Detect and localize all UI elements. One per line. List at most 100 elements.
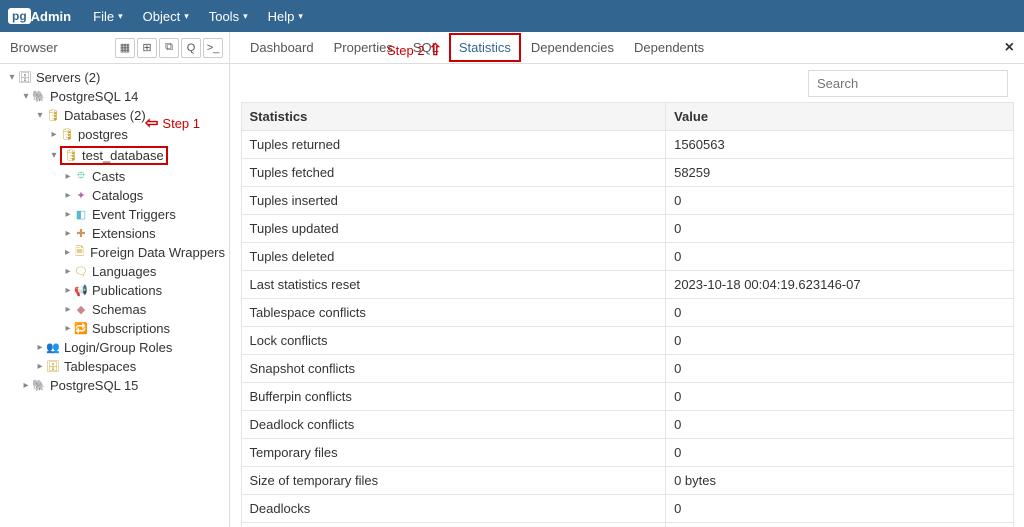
tree-schemas[interactable]: Schemas <box>92 302 146 317</box>
servers-icon: 🗄 <box>18 71 32 85</box>
table-row[interactable]: Tuples returned1560563 <box>241 131 1013 159</box>
tree-toggle[interactable]: ▸ <box>62 190 74 201</box>
cell-value: 0 <box>666 523 1013 527</box>
cell-statistic: Lock conflicts <box>241 327 666 355</box>
cell-statistic: Tuples deleted <box>241 243 666 271</box>
tree-tablespaces[interactable]: Tablespaces <box>64 359 136 374</box>
filter-tool-icon[interactable]: ⧉ <box>159 38 179 58</box>
tree-toggle[interactable]: ▸ <box>34 342 46 353</box>
grid-tool-icon[interactable]: ⊞ <box>137 38 157 58</box>
close-icon[interactable]: × <box>1005 39 1014 57</box>
tree-subscriptions[interactable]: Subscriptions <box>92 321 170 336</box>
cell-statistic: Tuples returned <box>241 131 666 159</box>
cell-value: 1560563 <box>666 131 1013 159</box>
annotation-step1: ⇦ Step 1 <box>145 113 200 133</box>
main-panel: Dashboard Properties SQL Statistics Depe… <box>230 32 1024 527</box>
table-row[interactable]: Snapshot conflicts0 <box>241 355 1013 383</box>
cell-statistic: Tuples fetched <box>241 159 666 187</box>
table-row[interactable]: Deadlocks0 <box>241 495 1013 523</box>
tab-dependencies[interactable]: Dependencies <box>521 33 624 62</box>
table-row[interactable]: Tablespace conflicts0 <box>241 299 1013 327</box>
cell-statistic: Deadlocks <box>241 495 666 523</box>
table-row[interactable]: Tuples deleted0 <box>241 243 1013 271</box>
cell-value: 0 <box>666 383 1013 411</box>
extensions-icon: ✚ <box>74 227 88 241</box>
table-row[interactable]: Deadlock conflicts0 <box>241 411 1013 439</box>
tree-servers[interactable]: Servers (2) <box>36 70 100 85</box>
tree-pg15[interactable]: PostgreSQL 15 <box>50 378 138 393</box>
tree-toggle[interactable]: ▸ <box>62 247 73 258</box>
tree-toggle[interactable]: ▸ <box>34 361 46 372</box>
tree-login-roles[interactable]: Login/Group Roles <box>64 340 172 355</box>
arrow-left-icon: ⇦ <box>145 113 158 133</box>
tabbar: Dashboard Properties SQL Statistics Depe… <box>230 32 1024 64</box>
browser-panel: Browser ▦ ⊞ ⧉ Q >_ ▾🗄Servers (2) ▾🐘Postg… <box>0 32 230 527</box>
tree-toggle[interactable]: ▸ <box>62 209 74 220</box>
tree-extensions[interactable]: Extensions <box>92 226 156 241</box>
col-statistics[interactable]: Statistics <box>241 103 666 131</box>
tree-toggle[interactable]: ▸ <box>62 171 74 182</box>
tree-toggle[interactable]: ▾ <box>34 110 46 121</box>
tree-toggle[interactable]: ▸ <box>62 304 74 315</box>
menu-object[interactable]: Object▾ <box>135 3 197 30</box>
event-triggers-icon: ◧ <box>74 208 88 222</box>
terminal-tool-icon[interactable]: >_ <box>203 38 223 58</box>
fdw-icon: 🗎 <box>73 246 86 260</box>
search-tool-icon[interactable]: Q <box>181 38 201 58</box>
postgres-icon: 🐘 <box>32 379 46 393</box>
cell-statistic: Block read time <box>241 523 666 527</box>
tree-event-triggers[interactable]: Event Triggers <box>92 207 176 222</box>
table-row[interactable]: Tuples fetched58259 <box>241 159 1013 187</box>
tree-toggle[interactable]: ▾ <box>20 91 32 102</box>
tree-db-postgres[interactable]: postgres <box>78 127 128 142</box>
tree-fdw[interactable]: Foreign Data Wrappers <box>90 245 225 260</box>
annotation-step2: Step 2 ⇧ <box>387 40 442 60</box>
tree-toggle[interactable]: ▸ <box>62 285 74 296</box>
tree-toggle[interactable]: ▸ <box>62 323 74 334</box>
tree-toggle[interactable]: ▸ <box>48 129 60 140</box>
table-row[interactable]: Bufferpin conflicts0 <box>241 383 1013 411</box>
cell-value: 58259 <box>666 159 1013 187</box>
menu-file[interactable]: File▾ <box>85 3 130 30</box>
tree-languages[interactable]: Languages <box>92 264 156 279</box>
tree-toggle[interactable]: ▾ <box>48 150 60 161</box>
tree-db-test[interactable]: test_database <box>82 148 164 163</box>
table-row[interactable]: Tuples updated0 <box>241 215 1013 243</box>
tree-casts[interactable]: Casts <box>92 169 125 184</box>
cell-statistic: Tuples inserted <box>241 187 666 215</box>
table-row[interactable]: Last statistics reset2023-10-18 00:04:19… <box>241 271 1013 299</box>
tree-pg14[interactable]: PostgreSQL 14 <box>50 89 138 104</box>
table-row[interactable]: Size of temporary files0 bytes <box>241 467 1013 495</box>
app-logo: pgAdmin <box>8 8 81 24</box>
cell-value: 0 <box>666 215 1013 243</box>
cell-statistic: Deadlock conflicts <box>241 411 666 439</box>
menu-tools[interactable]: Tools▾ <box>201 3 256 30</box>
tree-databases[interactable]: Databases (2) <box>64 108 146 123</box>
tree-toggle[interactable]: ▸ <box>62 228 74 239</box>
search-input[interactable] <box>808 70 1008 97</box>
tree-catalogs[interactable]: Catalogs <box>92 188 143 203</box>
table-row[interactable]: Lock conflicts0 <box>241 327 1013 355</box>
cell-value: 0 <box>666 299 1013 327</box>
menu-help[interactable]: Help▾ <box>260 3 311 30</box>
tree-toggle[interactable]: ▸ <box>62 266 74 277</box>
tab-dashboard[interactable]: Dashboard <box>240 33 324 62</box>
table-row[interactable]: Tuples inserted0 <box>241 187 1013 215</box>
table-row[interactable]: Block read time0 <box>241 523 1013 527</box>
cell-statistic: Last statistics reset <box>241 271 666 299</box>
tree-publications[interactable]: Publications <box>92 283 162 298</box>
login-roles-icon: 👥 <box>46 341 60 355</box>
tab-dependents[interactable]: Dependents <box>624 33 714 62</box>
publications-icon: 📢 <box>74 284 88 298</box>
cell-value: 0 <box>666 355 1013 383</box>
subscriptions-icon: 🔁 <box>74 322 88 336</box>
col-value[interactable]: Value <box>666 103 1013 131</box>
cell-value: 2023-10-18 00:04:19.623146-07 <box>666 271 1013 299</box>
tree-toggle[interactable]: ▸ <box>20 380 32 391</box>
cell-value: 0 <box>666 439 1013 467</box>
tab-statistics[interactable]: Statistics <box>449 33 521 62</box>
tree-toggle[interactable]: ▾ <box>6 72 18 83</box>
props-tool-icon[interactable]: ▦ <box>115 38 135 58</box>
table-row[interactable]: Temporary files0 <box>241 439 1013 467</box>
cell-statistic: Tuples updated <box>241 215 666 243</box>
